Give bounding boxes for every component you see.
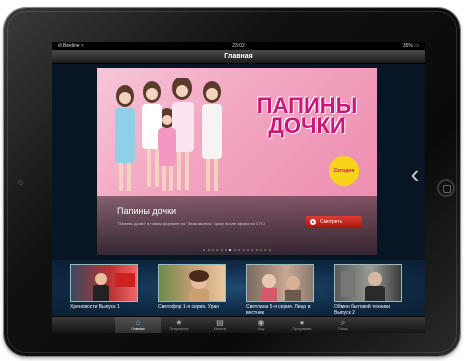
- tab-bar: ⌂ Главная ★ Популярное ▤ Каналы ◉ Шоу ● …: [52, 316, 425, 333]
- tab-label: Каналы: [213, 327, 227, 331]
- carousel-dot[interactable]: [246, 249, 249, 251]
- broadcast-icon: ◉: [257, 318, 265, 327]
- episode-card[interactable]: Хреновости Выпуск 1: [70, 264, 138, 310]
- episode-card[interactable]: Обмен бытовой техники Выпуск 2: [334, 264, 402, 316]
- carousel-dot[interactable]: [229, 249, 232, 251]
- tab-label: Программы: [292, 327, 312, 331]
- battery-indicator: 35% ▭: [402, 43, 419, 49]
- watch-button-label: Смотреть: [320, 219, 343, 225]
- status-bar: ıll Beeline ≈ 23:02 35% ▭: [52, 42, 425, 50]
- today-badge: Сегодня: [329, 156, 359, 186]
- watch-button[interactable]: Смотреть: [306, 216, 362, 228]
- show-logo: ПАПИНЫ ДОЧКИ: [242, 95, 372, 138]
- carousel-dot[interactable]: [251, 249, 254, 251]
- chat-icon: ●: [299, 318, 305, 327]
- front-camera: [18, 180, 23, 185]
- episode-caption: Обмен бытовой техники Выпуск 2: [334, 304, 390, 316]
- app-screen: ıll Beeline ≈ 23:02 35% ▭ Главная ПАПИНЫ…: [52, 42, 425, 333]
- episode-thumbnail: [334, 264, 402, 302]
- carousel-dot[interactable]: [211, 249, 214, 251]
- episode-card[interactable]: Светлана 5-я серия. Лицо и вестник: [246, 264, 314, 316]
- tab-search[interactable]: ⌕ Поиск: [320, 317, 366, 333]
- home-icon: ⌂: [135, 318, 141, 327]
- featured-description: "Папины дочки" в новом формате на "Знако…: [117, 221, 265, 226]
- star-icon: ★: [175, 318, 183, 327]
- tab-channels[interactable]: ▤ Каналы: [197, 317, 243, 333]
- carousel-dot[interactable]: [216, 249, 219, 251]
- page-title: Главная: [224, 53, 253, 60]
- search-icon: ⌕: [340, 318, 346, 327]
- episode-strip: Хреновости Выпуск 1 Светофор 1-я серия. …: [52, 260, 425, 316]
- navigation-bar: Главная: [52, 50, 425, 64]
- tab-programs[interactable]: ● Программы: [279, 317, 325, 333]
- clock: 23:02: [232, 43, 245, 49]
- cast-photo: [115, 78, 222, 191]
- episode-caption: Светофор 1-я серия. Уран: [158, 304, 220, 310]
- carousel-dot[interactable]: [207, 249, 210, 251]
- carousel-dot[interactable]: [264, 249, 267, 251]
- episode-caption: Хреновости Выпуск 1: [70, 304, 120, 310]
- carousel-dot[interactable]: [268, 249, 271, 251]
- carousel-dot[interactable]: [255, 249, 258, 251]
- featured-carousel[interactable]: ПАПИНЫ ДОЧКИ Сегодня Папины дочки "Папин…: [52, 64, 425, 260]
- tab-shows[interactable]: ◉ Шоу: [238, 317, 284, 333]
- episode-card[interactable]: Светофор 1-я серия. Уран: [158, 264, 226, 310]
- home-button[interactable]: [437, 179, 455, 197]
- tab-home[interactable]: ⌂ Главная: [115, 317, 161, 333]
- carousel-dot[interactable]: [203, 249, 206, 251]
- carousel-page-indicator[interactable]: [97, 249, 377, 251]
- tab-label: Популярное: [169, 327, 189, 331]
- chevron-right-icon[interactable]: ‹: [407, 160, 423, 188]
- clapper-icon: ▤: [216, 318, 224, 327]
- carousel-dot[interactable]: [242, 249, 245, 251]
- play-icon: [310, 219, 316, 225]
- featured-info-panel: Папины дочки "Папины дочки" в новом форм…: [97, 196, 377, 255]
- featured-banner[interactable]: ПАПИНЫ ДОЧКИ Сегодня Папины дочки "Папин…: [97, 68, 377, 255]
- carousel-dot[interactable]: [233, 249, 236, 251]
- tab-label: Шоу: [257, 327, 265, 331]
- tab-label: Поиск: [338, 327, 348, 331]
- carousel-dot[interactable]: [238, 249, 241, 251]
- episode-thumbnail: [246, 264, 314, 302]
- tab-label: Главная: [131, 327, 145, 331]
- episode-thumbnail: [158, 264, 226, 302]
- logo-line-2: ДОЧКИ: [268, 113, 346, 138]
- episode-caption: Светлана 5-я серия. Лицо и вестник: [246, 304, 311, 316]
- carousel-dot[interactable]: [260, 249, 263, 251]
- carousel-dot[interactable]: [225, 249, 228, 251]
- featured-title: Папины дочки: [117, 206, 177, 216]
- episode-thumbnail: [70, 264, 138, 302]
- tab-popular[interactable]: ★ Популярное: [156, 317, 202, 333]
- carousel-dot[interactable]: [220, 249, 223, 251]
